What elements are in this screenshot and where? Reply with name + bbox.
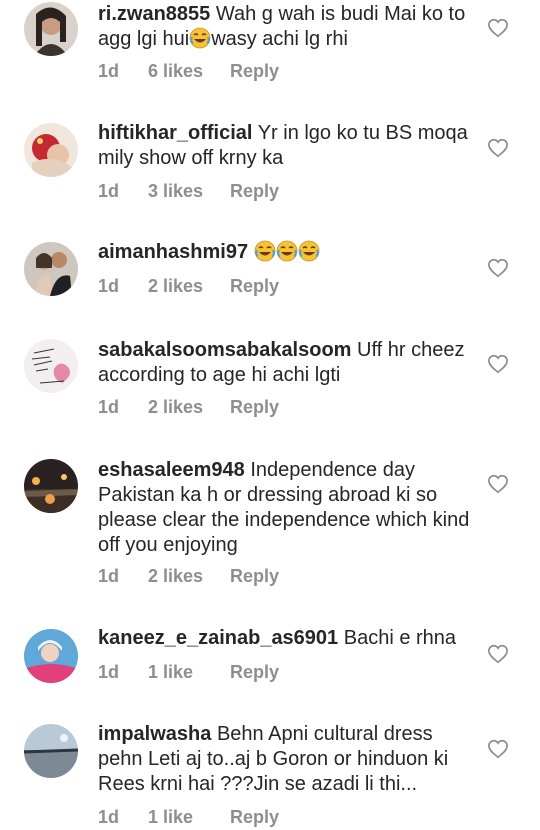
comment-body-continued: wasy achi lg rhi <box>211 28 348 50</box>
comment-meta: 1d 2 likes Reply <box>98 276 279 297</box>
comment-timestamp: 1d <box>98 397 120 417</box>
laugh-emoji-icon <box>189 27 211 49</box>
comment-meta: 1d 2 likes Reply <box>98 566 279 587</box>
avatar[interactable] <box>24 724 78 778</box>
comment-text: kaneez_e_zainab_as6901 Bachi e rhna <box>98 626 478 651</box>
comment-text: aimanhashmi97 <box>98 240 478 265</box>
comment-timestamp: 1d <box>98 181 120 201</box>
comment-meta: 1d 1 like Reply <box>98 662 279 683</box>
like-heart-icon[interactable] <box>487 353 509 375</box>
laugh-emoji-icon <box>298 240 320 262</box>
like-heart-icon[interactable] <box>487 738 509 760</box>
reply-button[interactable]: Reply <box>230 181 279 202</box>
laugh-emoji-icon <box>254 240 276 262</box>
comment-meta: 1d 2 likes Reply <box>98 397 279 418</box>
comment-timestamp: 1d <box>98 566 120 586</box>
like-heart-icon[interactable] <box>487 17 509 39</box>
comment-username[interactable]: hiftikhar_official <box>98 122 252 144</box>
comment-body: Bachi e rhna <box>343 627 457 649</box>
avatar[interactable] <box>24 123 78 177</box>
reply-button[interactable]: Reply <box>230 397 279 418</box>
comment-likes-count[interactable]: 2 likes <box>148 276 230 297</box>
like-heart-icon[interactable] <box>487 137 509 159</box>
reply-button[interactable]: Reply <box>230 61 279 82</box>
avatar[interactable] <box>24 242 78 296</box>
reply-button[interactable]: Reply <box>230 276 279 297</box>
comment-username[interactable]: kaneez_e_zainab_as6901 <box>98 627 338 649</box>
reply-button[interactable]: Reply <box>230 662 279 683</box>
like-heart-icon[interactable] <box>487 473 509 495</box>
like-heart-icon[interactable] <box>487 257 509 279</box>
avatar[interactable] <box>24 459 78 513</box>
comment-username[interactable]: impalwasha <box>98 723 211 745</box>
comment-username[interactable]: ri.zwan8855 <box>98 3 210 25</box>
comment-likes-count[interactable]: 6 likes <box>148 61 230 82</box>
comment-likes-count[interactable]: 3 likes <box>148 181 230 202</box>
avatar[interactable] <box>24 629 78 683</box>
like-heart-icon[interactable] <box>487 643 509 665</box>
laugh-emoji-icon <box>276 240 298 262</box>
comment-likes-count[interactable]: 2 likes <box>148 566 230 587</box>
avatar[interactable] <box>24 2 78 56</box>
comment-text: impalwasha Behn Apni cultural dress pehn… <box>98 722 478 797</box>
comment-meta: 1d 6 likes Reply <box>98 61 279 82</box>
reply-button[interactable]: Reply <box>230 807 279 828</box>
comment-meta: 1d 1 like Reply <box>98 807 279 828</box>
avatar[interactable] <box>24 339 78 393</box>
comment-username[interactable]: eshasaleem948 <box>98 459 245 481</box>
comment-timestamp: 1d <box>98 61 120 81</box>
reply-button[interactable]: Reply <box>230 566 279 587</box>
comment-likes-count[interactable]: 1 like <box>148 662 230 683</box>
comment-username[interactable]: sabakalsoomsabakalsoom <box>98 339 351 361</box>
comment-timestamp: 1d <box>98 662 120 682</box>
comment-text: hiftikhar_official Yr in lgo ko tu BS mo… <box>98 121 478 171</box>
comment-likes-count[interactable]: 1 like <box>148 807 230 828</box>
comment-likes-count[interactable]: 2 likes <box>148 397 230 418</box>
comment-meta: 1d 3 likes Reply <box>98 181 279 202</box>
comment-username[interactable]: aimanhashmi97 <box>98 241 248 263</box>
comment-text: ri.zwan8855 Wah g wah is budi Mai ko to … <box>98 2 478 52</box>
comment-text: sabakalsoomsabakalsoom Uff hr cheez acco… <box>98 338 478 388</box>
comment-text: eshasaleem948 Independence day Pakistan … <box>98 458 478 558</box>
comment-timestamp: 1d <box>98 276 120 296</box>
comment-timestamp: 1d <box>98 807 120 827</box>
